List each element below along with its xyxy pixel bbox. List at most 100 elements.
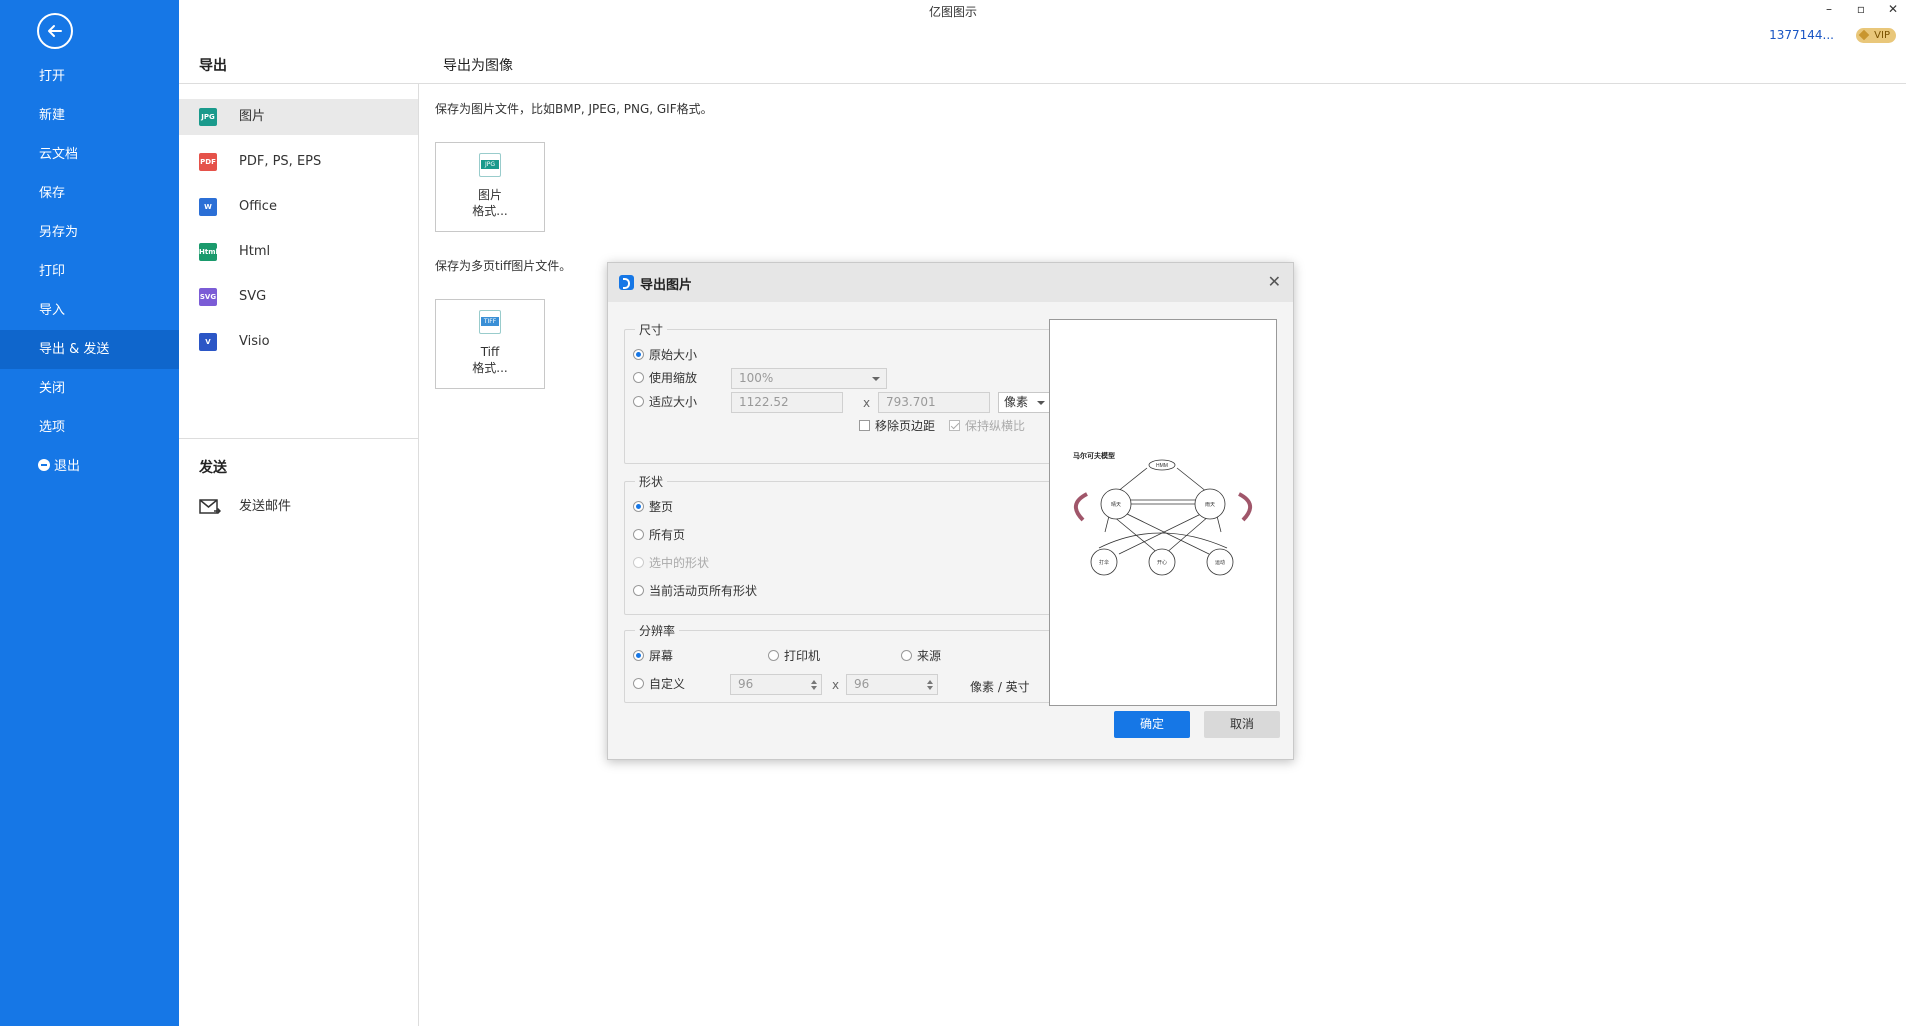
spinner-arrows-icon[interactable]	[927, 676, 935, 693]
keep-ratio-checkbox[interactable]: 保持纵横比	[949, 418, 1025, 434]
preview-node-label: 开心	[1157, 559, 1167, 566]
diagram-preview: 马尔可夫模型 HMM 晴天 雨天 打伞 开心 运动	[1059, 442, 1267, 588]
resolution-group-label: 分辨率	[635, 622, 680, 639]
size-x-separator: x	[863, 396, 871, 410]
source-radio[interactable]: 来源	[901, 648, 941, 664]
mail-icon	[199, 499, 221, 515]
html-file-icon: Html	[199, 243, 218, 261]
window-close-button[interactable]: ✕	[1885, 2, 1901, 16]
tile-sublabel: 格式...	[472, 204, 508, 218]
height-input[interactable]: 793.701	[878, 392, 990, 413]
format-item-label: Html	[239, 244, 271, 259]
tiff-format-description: 保存为多页tiff图片文件。	[435, 259, 572, 273]
pdf-file-icon: PDF	[199, 153, 217, 171]
dialog-titlebar: 导出图片 ✕	[608, 263, 1293, 302]
resolution-group: 分辨率 屏幕 打印机 来源 自定义 96 x 96 像素 / 英寸	[624, 622, 1055, 703]
user-account-link[interactable]: 1377144...	[1769, 28, 1834, 42]
sidebar-item-save-as[interactable]: 另存为	[0, 213, 179, 252]
selected-shapes-radio[interactable]: 选中的形状	[633, 555, 709, 571]
original-size-radio[interactable]: 原始大小	[633, 347, 697, 363]
shape-group: 形状 整页 所有页 选中的形状 当前活动页所有形状	[624, 473, 1055, 615]
format-item-label: Office	[239, 199, 277, 214]
sidebar-item-save[interactable]: 保存	[0, 174, 179, 213]
svg-file-icon: SVG	[199, 288, 217, 306]
current-page-shapes-radio[interactable]: 当前活动页所有形状	[633, 583, 757, 599]
restore-button[interactable]: ▫	[1853, 2, 1869, 16]
app-title: 亿图图示	[928, 5, 977, 19]
sidebar-item-exit[interactable]: 退出	[0, 447, 179, 486]
image-format-description: 保存为图片文件，比如BMP, JPEG, PNG, GIF格式。	[435, 102, 713, 116]
exit-icon	[38, 459, 50, 471]
preview-node-label: HMM	[1156, 463, 1168, 469]
all-pages-radio[interactable]: 所有页	[633, 527, 685, 543]
sidebar-item-new[interactable]: 新建	[0, 96, 179, 135]
format-item-office[interactable]: W Office	[179, 189, 418, 225]
page-title: 导出为图像	[443, 58, 513, 74]
export-image-dialog: 导出图片 ✕ 尺寸 原始大小 使用缩放 100% 适应大小 1122.52 x …	[607, 262, 1294, 760]
dpi-unit-label: 像素 / 英寸	[970, 680, 1030, 694]
tile-sublabel: 格式...	[472, 361, 508, 375]
header-divider	[179, 83, 1906, 84]
preview-panel: 马尔可夫模型 HMM 晴天 雨天 打伞 开心 运动	[1049, 319, 1277, 706]
preview-diagram-title: 马尔可夫模型	[1073, 451, 1115, 460]
ok-button[interactable]: 确定	[1114, 711, 1190, 738]
format-item-visio[interactable]: V Visio	[179, 324, 418, 360]
preview-node-label: 运动	[1215, 559, 1225, 566]
sidebar-item-open[interactable]: 打开	[0, 57, 179, 96]
format-item-image[interactable]: JPG 图片	[179, 99, 418, 135]
tiff-badge: TIFF	[481, 317, 499, 326]
dpi-x-separator: x	[832, 678, 840, 692]
format-item-label: SVG	[239, 289, 267, 304]
word-file-icon: W	[199, 198, 217, 216]
sidebar-item-cloud-docs[interactable]: 云文档	[0, 135, 179, 174]
dpi-y-input[interactable]: 96	[846, 674, 938, 695]
dialog-close-button[interactable]: ✕	[1268, 272, 1281, 291]
remove-margin-checkbox[interactable]: 移除页边距	[859, 418, 935, 434]
fit-size-radio[interactable]: 适应大小	[633, 394, 697, 410]
sidebar-item-print[interactable]: 打印	[0, 252, 179, 291]
format-item-label: 图片	[239, 109, 266, 124]
format-item-label: PDF, PS, EPS	[239, 154, 322, 169]
spinner-arrows-icon[interactable]	[811, 676, 819, 693]
screen-radio[interactable]: 屏幕	[633, 648, 673, 664]
preview-node-label: 打伞	[1099, 559, 1109, 566]
panel-divider	[418, 84, 419, 1026]
sidebar-item-exit-label: 退出	[54, 459, 81, 474]
sidebar-item-close[interactable]: 关闭	[0, 369, 179, 408]
size-group-label: 尺寸	[635, 321, 668, 338]
dpi-x-input[interactable]: 96	[730, 674, 822, 695]
markov-diagram-thumbnail: 马尔可夫模型 HMM 晴天 雨天 打伞 开心 运动	[1073, 451, 1252, 576]
format-item-svg[interactable]: SVG SVG	[179, 279, 418, 315]
whole-page-radio[interactable]: 整页	[633, 499, 673, 515]
tiff-file-icon: TIFF	[479, 310, 501, 334]
vip-badge[interactable]: VIP	[1856, 28, 1896, 43]
tile-label: Tiff	[480, 345, 500, 359]
send-heading: 发送	[199, 460, 227, 476]
format-item-label: Visio	[239, 334, 270, 349]
cancel-button[interactable]: 取消	[1204, 711, 1280, 738]
image-format-tile[interactable]: JPG 图片 格式...	[435, 142, 545, 232]
send-email-item[interactable]: 发送邮件	[179, 490, 418, 524]
sidebar-item-import[interactable]: 导入	[0, 291, 179, 330]
zoom-select[interactable]: 100%	[731, 368, 887, 389]
minimize-button[interactable]: –	[1821, 2, 1837, 16]
size-group: 尺寸 原始大小 使用缩放 100% 适应大小 1122.52 x 793.701…	[624, 321, 1055, 464]
preview-node-label: 雨天	[1205, 502, 1215, 508]
sidebar-item-export-send[interactable]: 导出 & 发送	[0, 330, 179, 369]
tiff-format-tile[interactable]: TIFF Tiff 格式...	[435, 299, 545, 389]
send-divider	[179, 438, 418, 439]
format-item-html[interactable]: Html Html	[179, 234, 418, 270]
dialog-title: 导出图片	[640, 278, 693, 293]
custom-radio[interactable]: 自定义	[633, 676, 685, 692]
tile-label: 图片	[477, 188, 502, 202]
preview-node-label: 晴天	[1111, 501, 1121, 508]
format-item-pdf[interactable]: PDF PDF, PS, EPS	[179, 144, 418, 180]
use-zoom-radio[interactable]: 使用缩放	[633, 370, 697, 386]
app-logo-icon	[619, 275, 634, 290]
printer-radio[interactable]: 打印机	[768, 648, 820, 664]
unit-select[interactable]: 像素	[998, 392, 1052, 413]
sidebar-item-options[interactable]: 选项	[0, 408, 179, 447]
width-input[interactable]: 1122.52	[731, 392, 843, 413]
jpg-badge: JPG	[481, 160, 499, 169]
jpg-file-icon: JPG	[199, 108, 217, 126]
